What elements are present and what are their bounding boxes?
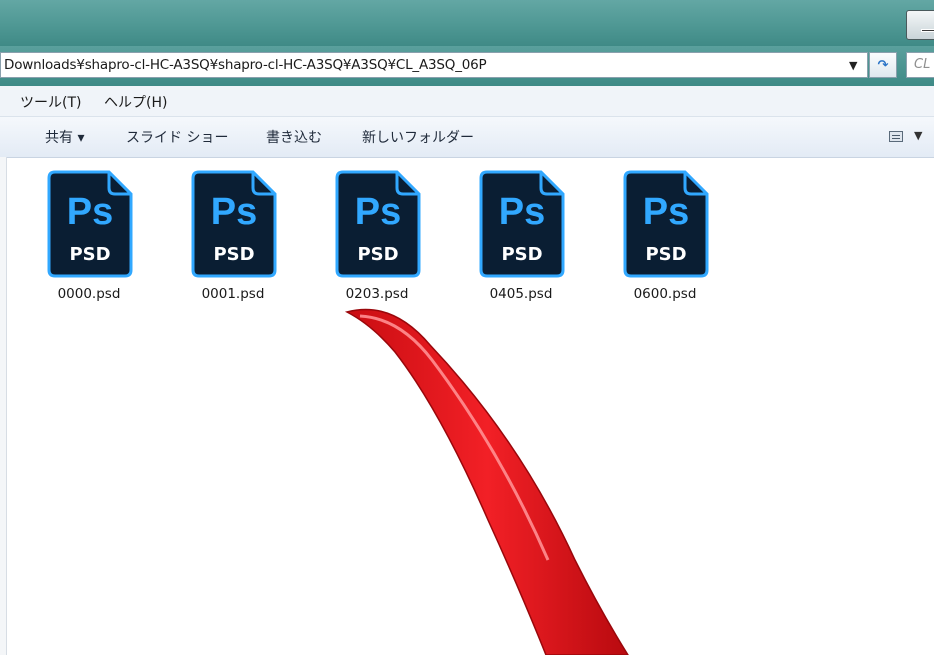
file-item[interactable]: Ps PSD 0600.psd bbox=[610, 170, 720, 310]
file-item[interactable]: Ps PSD 0000.psd bbox=[34, 170, 144, 310]
search-input[interactable]: CL bbox=[906, 52, 934, 78]
search-placeholder: CL bbox=[914, 57, 931, 72]
photoshop-file-icon: Ps PSD bbox=[623, 170, 709, 278]
file-name: 0000.psd bbox=[57, 286, 121, 302]
new-folder-button[interactable]: 新しいフォルダー bbox=[362, 127, 474, 147]
psd-type-text: PSD bbox=[645, 244, 686, 265]
slideshow-button[interactable]: スライド ショー bbox=[126, 127, 228, 147]
file-item[interactable]: Ps PSD 0001.psd bbox=[178, 170, 288, 310]
refresh-icon: ↷ bbox=[877, 57, 889, 73]
address-field[interactable]: Downloads¥shapro-cl-HC-A3SQ¥shapro-cl-HC… bbox=[0, 52, 868, 78]
photoshop-file-icon: Ps PSD bbox=[191, 170, 277, 278]
window-title-bar bbox=[0, 0, 934, 46]
ps-logo-text: Ps bbox=[499, 191, 545, 233]
menu-item-tools[interactable]: ツール(T) bbox=[20, 92, 81, 112]
view-options-dropdown-icon[interactable]: ▼ bbox=[914, 129, 922, 142]
psd-type-text: PSD bbox=[501, 244, 542, 265]
photoshop-file-icon: Ps PSD bbox=[335, 170, 421, 278]
ps-logo-text: Ps bbox=[643, 191, 689, 233]
address-path: Downloads¥shapro-cl-HC-A3SQ¥shapro-cl-HC… bbox=[4, 57, 487, 73]
photoshop-file-icon: Ps PSD bbox=[479, 170, 565, 278]
chevron-down-icon[interactable]: ▼ bbox=[849, 59, 857, 72]
photoshop-file-icon: Ps PSD bbox=[47, 170, 133, 278]
file-name: 0405.psd bbox=[489, 286, 553, 302]
file-name: 0600.psd bbox=[633, 286, 697, 302]
ps-logo-text: Ps bbox=[67, 191, 113, 233]
file-item[interactable]: Ps PSD 0203.psd bbox=[322, 170, 432, 310]
share-button[interactable]: 共有 ▾ bbox=[45, 127, 84, 147]
refresh-button[interactable]: ↷ bbox=[869, 52, 897, 78]
ps-logo-text: Ps bbox=[355, 191, 401, 233]
navigation-pane-edge bbox=[0, 157, 7, 655]
menu-item-help[interactable]: ヘルプ(H) bbox=[104, 92, 167, 112]
burn-button[interactable]: 書き込む bbox=[266, 127, 322, 147]
file-item[interactable]: Ps PSD 0405.psd bbox=[466, 170, 576, 310]
psd-type-text: PSD bbox=[69, 244, 110, 265]
view-options-icon[interactable] bbox=[889, 131, 903, 142]
ps-logo-text: Ps bbox=[211, 191, 257, 233]
minimize-icon bbox=[921, 29, 934, 32]
psd-type-text: PSD bbox=[357, 244, 398, 265]
minimize-button[interactable] bbox=[906, 10, 934, 40]
file-name: 0001.psd bbox=[201, 286, 265, 302]
psd-type-text: PSD bbox=[213, 244, 254, 265]
file-name: 0203.psd bbox=[345, 286, 409, 302]
